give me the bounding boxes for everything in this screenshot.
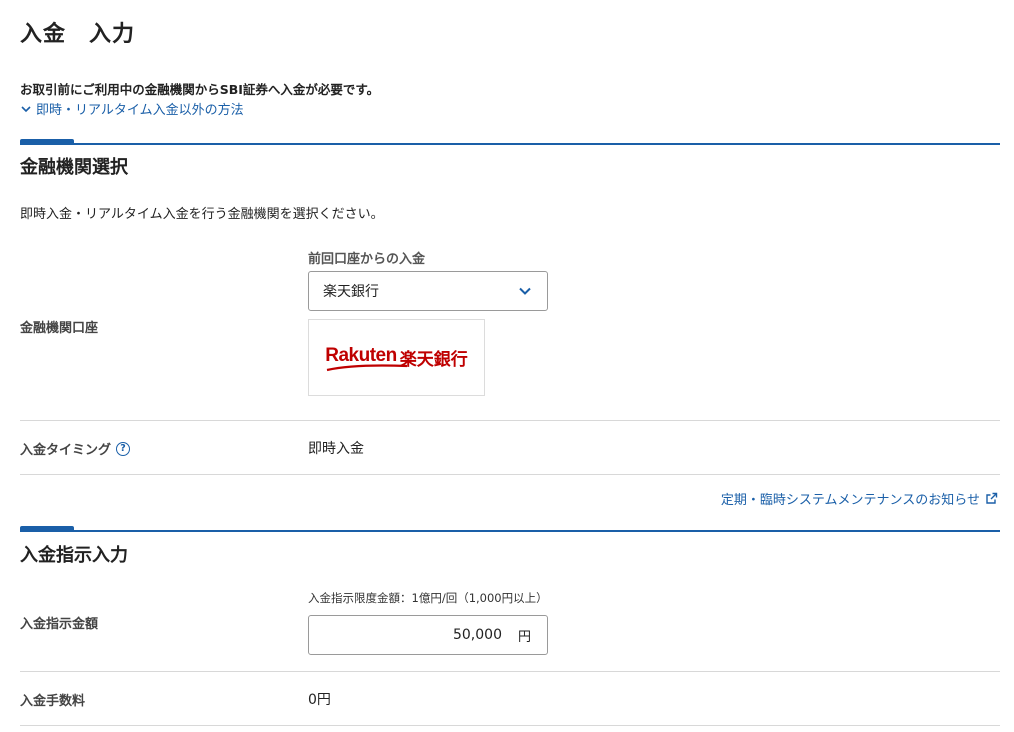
bank-logo-jp: 楽天銀行: [399, 350, 468, 370]
bank-section-title: 金融機関選択: [20, 157, 128, 178]
timing-label-text: 入金タイミング: [20, 443, 112, 458]
other-method-label: 即時・リアルタイム入金以外の方法: [36, 103, 244, 118]
external-link-icon: [986, 492, 998, 504]
divider: [20, 420, 1000, 421]
instruction-section-title: 入金指示入力: [20, 545, 128, 566]
divider: [20, 671, 1000, 672]
bank-logo-en: Rakuten: [325, 345, 408, 372]
amount-unit: 円: [517, 629, 531, 645]
maintenance-link[interactable]: 定期・臨時システムメンテナンスのお知らせ: [721, 489, 998, 508]
amount-field[interactable]: 円: [308, 615, 548, 655]
chevron-down-icon: [21, 105, 31, 112]
bank-logo: Rakuten 楽天銀行: [308, 319, 485, 396]
page-title: 入金 入力: [20, 22, 136, 47]
timing-value: 即時入金: [308, 441, 364, 457]
rakuten-swoosh-icon: [327, 364, 408, 372]
previous-account-caption: 前回口座からの入金: [308, 252, 426, 267]
divider: [20, 725, 1000, 726]
bank-select-value: 楽天銀行: [323, 284, 379, 300]
timing-label: 入金タイミング ?: [20, 439, 131, 458]
question-circle-icon[interactable]: ?: [116, 441, 131, 456]
deposit-notice: お取引前にご利用中の金融機関からSBI証券へ入金が必要です。: [20, 82, 380, 97]
maintenance-link-label: 定期・臨時システムメンテナンスのお知らせ: [720, 493, 980, 508]
instruction-section-rule: [20, 526, 1000, 532]
bank-select[interactable]: 楽天銀行: [308, 271, 548, 311]
account-label: 金融機関口座: [20, 321, 99, 336]
fee-label: 入金手数料: [20, 694, 86, 709]
divider: [20, 474, 1000, 475]
bank-section-description: 即時入金・リアルタイム入金を行う金融機関を選択ください。: [20, 207, 384, 222]
amount-input[interactable]: [351, 627, 502, 643]
bank-section-rule: [20, 139, 1000, 145]
other-method-link[interactable]: 即時・リアルタイム入金以外の方法: [20, 99, 244, 118]
fee-value: 0円: [308, 692, 331, 708]
chevron-down-icon: [519, 287, 531, 295]
amount-limit-caption: 入金指示限度金額：1億円/回（1,000円以上）: [308, 591, 548, 605]
amount-label: 入金指示金額: [20, 617, 99, 632]
